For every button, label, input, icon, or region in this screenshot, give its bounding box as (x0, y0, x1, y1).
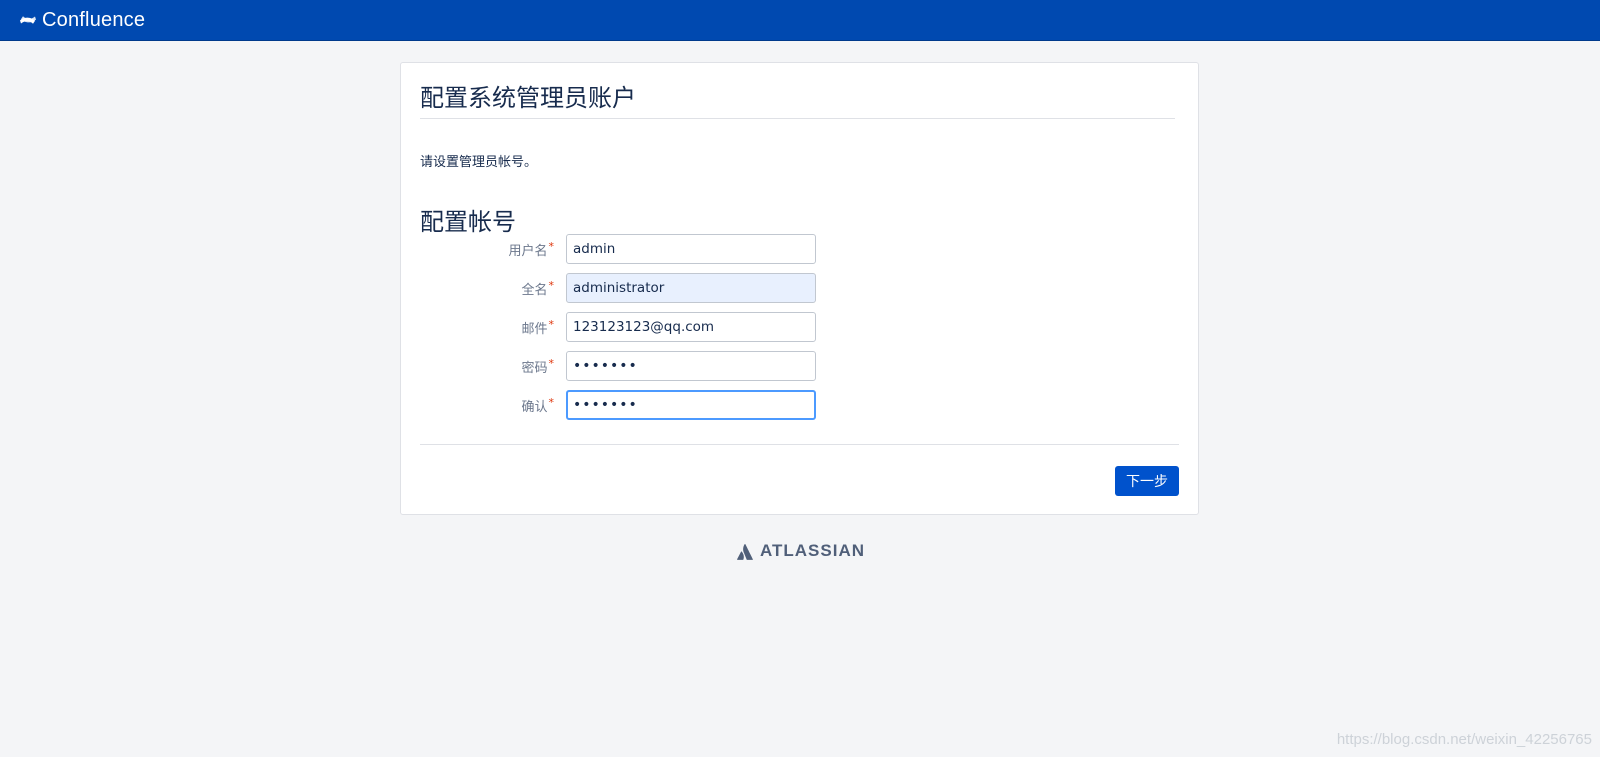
confirm-password-label: 确认* (424, 396, 554, 415)
intro-text: 请设置管理员帐号。 (420, 155, 538, 170)
section-title: 配置帐号 (420, 208, 516, 236)
fullname-label: 全名* (424, 279, 554, 298)
username-input[interactable] (566, 234, 816, 264)
email-label: 邮件* (424, 318, 554, 337)
atlassian-logo-text: ATLASSIAN (760, 541, 866, 560)
next-button[interactable]: 下一步 (1115, 466, 1179, 496)
confluence-logo-icon (20, 16, 36, 24)
required-marker: * (548, 357, 555, 370)
top-navigation-bar: Confluence (0, 0, 1600, 41)
page-title: 配置系统管理员账户 (420, 84, 636, 112)
atlassian-footer-logo: ATLASSIAN (737, 541, 865, 561)
username-label: 用户名* (424, 240, 554, 259)
confirm-password-input[interactable] (566, 390, 816, 420)
required-marker: * (548, 279, 555, 292)
title-divider (420, 118, 1175, 119)
brand-name: Confluence (42, 8, 146, 31)
required-marker: * (548, 240, 555, 253)
password-label: 密码* (424, 357, 554, 376)
password-label-text: 密码 (521, 361, 548, 376)
required-marker: * (548, 396, 555, 409)
confluence-home-link[interactable]: Confluence (20, 8, 145, 32)
email-input[interactable] (566, 312, 816, 342)
fullname-label-text: 全名 (521, 283, 548, 298)
actions-divider (420, 444, 1179, 445)
confirm-password-label-text: 确认 (521, 400, 548, 415)
required-marker: * (548, 318, 555, 331)
username-label-text: 用户名 (508, 244, 548, 259)
watermark-text: https://blog.csdn.net/weixin_42256765 (1336, 731, 1592, 748)
email-label-text: 邮件 (521, 322, 548, 337)
password-input[interactable] (566, 351, 816, 381)
atlassian-logo-icon (737, 543, 753, 560)
fullname-input[interactable] (566, 273, 816, 303)
